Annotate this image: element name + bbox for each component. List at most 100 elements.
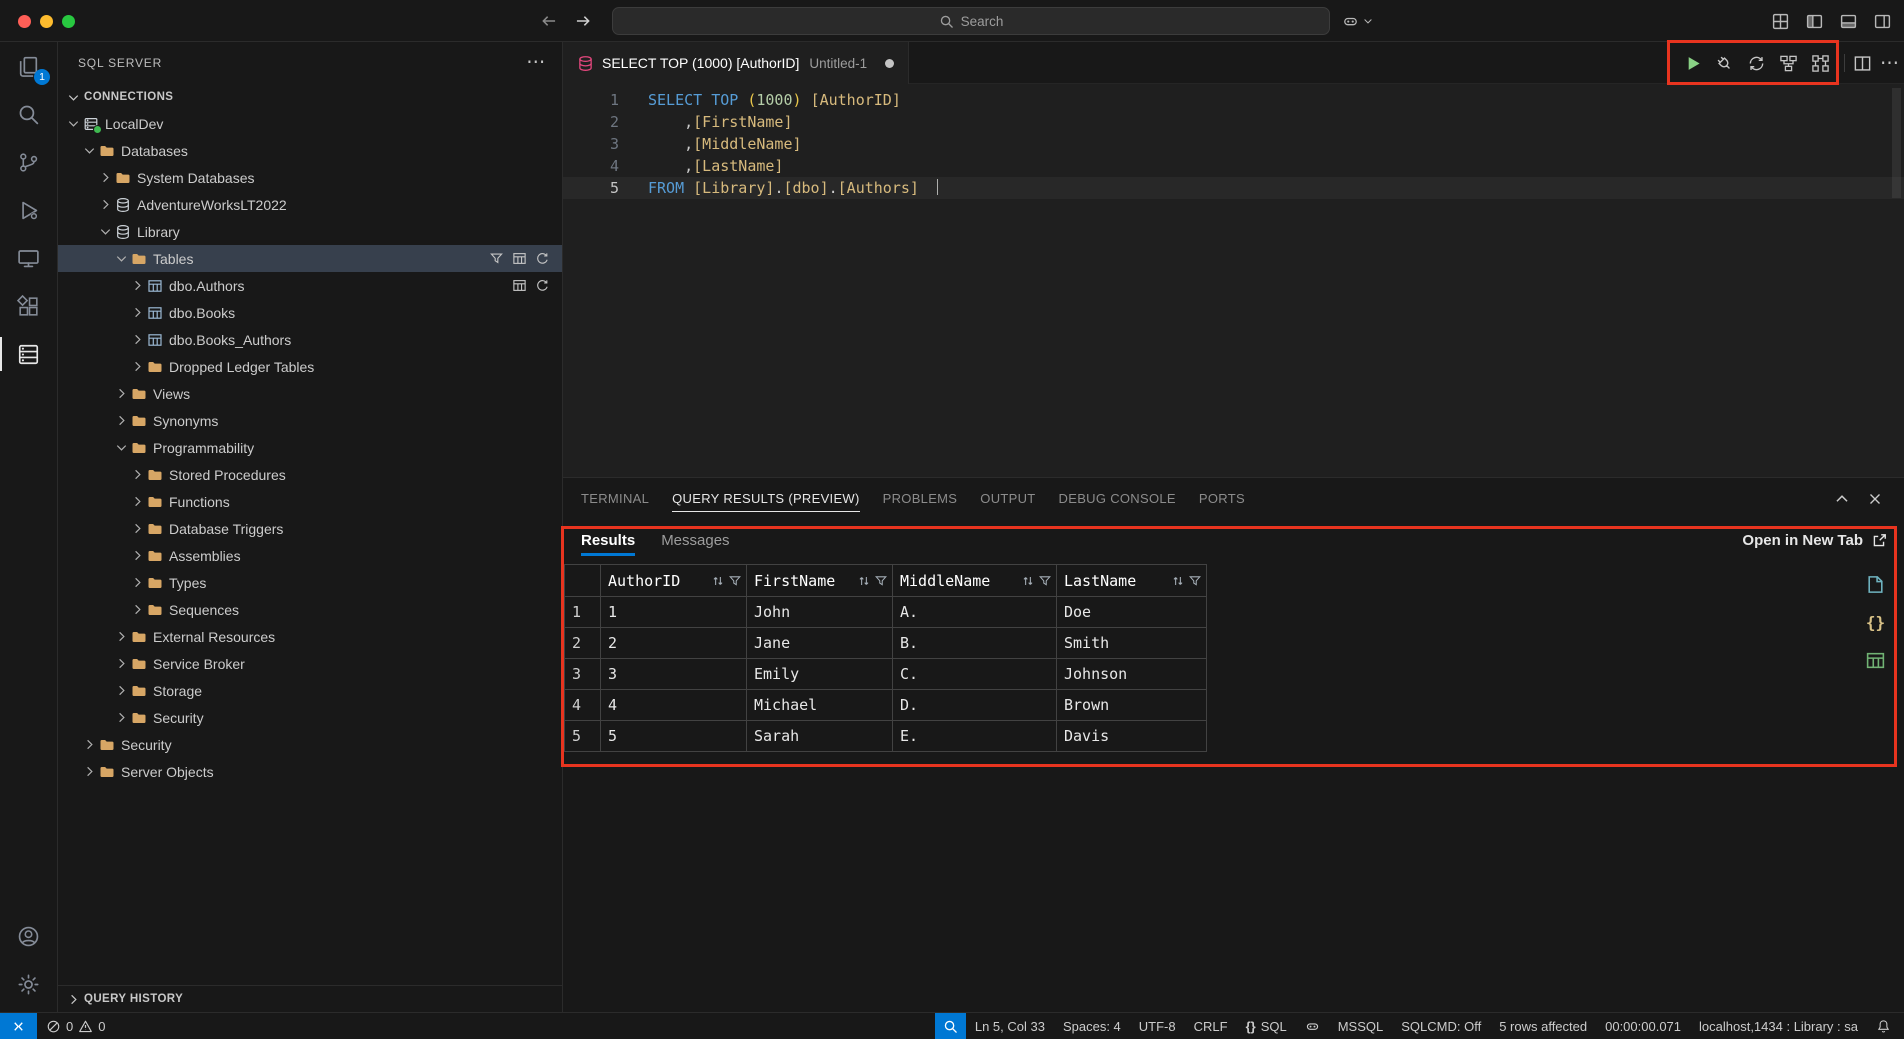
panel-tab-query-results-preview[interactable]: QUERY RESULTS (PREVIEW) (672, 478, 860, 520)
editor-tab[interactable]: SELECT TOP (1000) [AuthorID] Untitled-1 (563, 42, 909, 84)
row-number-cell[interactable]: 4 (565, 690, 601, 721)
remote-indicator[interactable] (0, 1013, 37, 1039)
chevron-down-icon[interactable] (80, 142, 98, 160)
tree-item-tables[interactable]: Tables (58, 245, 562, 272)
go-back-button[interactable] (540, 12, 558, 30)
sort-icon[interactable] (1021, 574, 1035, 588)
column-header-firstname[interactable]: FirstName (747, 565, 893, 597)
tree-item-security[interactable]: Security (58, 731, 562, 758)
chevron-right-icon[interactable] (128, 493, 146, 511)
chevron-right-icon[interactable] (128, 547, 146, 565)
code-editor[interactable]: 1SELECT TOP (1000) [AuthorID]2 ,[FirstNa… (563, 84, 1904, 477)
chevron-down-icon[interactable] (96, 223, 114, 241)
tree-item-external-resources[interactable]: External Resources (58, 623, 562, 650)
grid-cell[interactable]: Doe (1057, 597, 1207, 628)
chevron-down-icon[interactable] (112, 250, 130, 268)
grid-cell[interactable]: 3 (601, 659, 747, 690)
close-panel-button[interactable] (1866, 490, 1884, 508)
chevron-right-icon[interactable] (128, 358, 146, 376)
toggle-panel-button[interactable] (1839, 12, 1858, 31)
language-service-status[interactable]: MSSQL (1329, 1013, 1393, 1039)
refresh-action-icon[interactable] (535, 251, 550, 266)
toggle-secondary-sidebar-button[interactable] (1873, 12, 1892, 31)
grid-cell[interactable]: Davis (1057, 721, 1207, 752)
customize-layout-button[interactable] (1771, 12, 1790, 31)
more-actions-button[interactable]: ⋯ (1880, 52, 1900, 75)
chevron-right-icon[interactable] (128, 331, 146, 349)
rows-affected-status[interactable]: 5 rows affected (1490, 1013, 1596, 1039)
cursor-position[interactable]: Ln 5, Col 33 (966, 1013, 1054, 1039)
grid-cell[interactable]: Smith (1057, 628, 1207, 659)
more-actions-icon[interactable]: ⋯ (526, 58, 546, 68)
tree-item-storage[interactable]: Storage (58, 677, 562, 704)
connections-section-header[interactable]: CONNECTIONS (58, 84, 562, 110)
connection-status[interactable]: localhost,1434 : Library : sa (1690, 1013, 1867, 1039)
tree-item-views[interactable]: Views (58, 380, 562, 407)
chevron-right-icon[interactable] (128, 574, 146, 592)
table-action-icon[interactable] (512, 278, 527, 293)
estimated-plan-button[interactable] (1779, 54, 1798, 73)
open-in-new-tab-button[interactable]: Open in New Tab (1742, 532, 1888, 549)
chevron-right-icon[interactable] (112, 628, 130, 646)
filter-action-icon[interactable] (489, 251, 504, 266)
maximize-panel-button[interactable] (1833, 490, 1851, 508)
column-header-authorid[interactable]: AuthorID (601, 565, 747, 597)
panel-tab-debug-console[interactable]: DEBUG CONSOLE (1059, 478, 1176, 520)
chevron-down-icon[interactable] (112, 439, 130, 457)
tree-item-stored-procedures[interactable]: Stored Procedures (58, 461, 562, 488)
tree-item-system-databases[interactable]: System Databases (58, 164, 562, 191)
column-header-lastname[interactable]: LastName (1057, 565, 1207, 597)
copilot-menu-button[interactable] (1342, 7, 1374, 35)
grid-cell[interactable]: Johnson (1057, 659, 1207, 690)
activity-bar-item-source-control[interactable] (0, 138, 57, 186)
grid-cell[interactable]: Michael (747, 690, 893, 721)
grid-cell[interactable]: John (747, 597, 893, 628)
sqlcmd-status[interactable]: SQLCMD: Off (1392, 1013, 1490, 1039)
tree-item-library[interactable]: Library (58, 218, 562, 245)
panel-tab-ports[interactable]: PORTS (1199, 478, 1245, 520)
grid-cell[interactable]: Emily (747, 659, 893, 690)
tree-item-dbo-authors[interactable]: dbo.Authors (58, 272, 562, 299)
run-query-button[interactable] (1683, 54, 1702, 73)
activity-bar-item-remote-explorer[interactable] (0, 234, 57, 282)
maximize-window-button[interactable] (62, 15, 75, 28)
filter-icon[interactable] (1188, 574, 1202, 588)
language-mode[interactable]: {} SQL (1237, 1013, 1296, 1039)
code-line-1[interactable]: 1SELECT TOP (1000) [AuthorID] (563, 89, 1904, 111)
tree-item-types[interactable]: Types (58, 569, 562, 596)
tree-item-database-triggers[interactable]: Database Triggers (58, 515, 562, 542)
disconnect-button[interactable] (1715, 54, 1734, 73)
grid-cell[interactable]: 1 (601, 597, 747, 628)
chevron-right-icon[interactable] (96, 169, 114, 187)
dirty-indicator-icon[interactable] (885, 59, 894, 68)
chevron-right-icon[interactable] (112, 709, 130, 727)
close-window-button[interactable] (18, 15, 31, 28)
problems-status[interactable]: 0 0 (37, 1013, 114, 1039)
activity-bar-item-sql-server[interactable] (0, 330, 57, 378)
split-editor-button[interactable] (1853, 54, 1872, 73)
tree-item-databases[interactable]: Databases (58, 137, 562, 164)
chevron-right-icon[interactable] (112, 412, 130, 430)
tree-item-sequences[interactable]: Sequences (58, 596, 562, 623)
activity-bar-item-extensions[interactable] (0, 282, 57, 330)
chevron-right-icon[interactable] (128, 466, 146, 484)
chevron-right-icon[interactable] (112, 682, 130, 700)
code-line-4[interactable]: 4 ,[LastName] (563, 155, 1904, 177)
tree-item-service-broker[interactable]: Service Broker (58, 650, 562, 677)
filter-icon[interactable] (728, 574, 742, 588)
search-input[interactable]: Search (612, 7, 1330, 35)
row-number-cell[interactable]: 1 (565, 597, 601, 628)
tree-item-localdev[interactable]: LocalDev (58, 110, 562, 137)
results-tab-results[interactable]: Results (581, 520, 635, 560)
activity-bar-item-manage[interactable] (0, 960, 57, 1008)
chevron-right-icon[interactable] (112, 655, 130, 673)
sort-icon[interactable] (857, 574, 871, 588)
activity-bar-item-run-and-debug[interactable] (0, 186, 57, 234)
results-tab-messages[interactable]: Messages (661, 520, 729, 560)
grid-cell[interactable]: A. (893, 597, 1057, 628)
panel-tab-terminal[interactable]: TERMINAL (581, 478, 649, 520)
sort-icon[interactable] (711, 574, 725, 588)
notifications-button[interactable] (1867, 1013, 1900, 1039)
grid-cell[interactable]: 4 (601, 690, 747, 721)
minimize-window-button[interactable] (40, 15, 53, 28)
